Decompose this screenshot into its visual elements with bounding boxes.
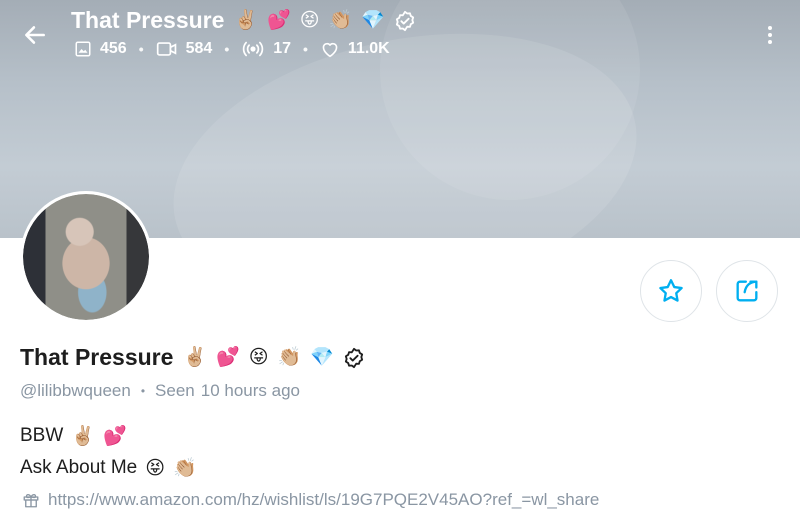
header-stats: 456 • 584 • 17 • 11.0K bbox=[74, 40, 390, 58]
header-name: That Pressure bbox=[71, 7, 225, 33]
back-button[interactable] bbox=[18, 18, 52, 52]
stat-likes[interactable]: 11.0K bbox=[320, 40, 390, 58]
bio-emoji: 💕 bbox=[102, 425, 127, 447]
heart-icon bbox=[322, 42, 338, 58]
bio-emoji: 👏🏼 bbox=[173, 457, 197, 479]
separator-dot: • bbox=[138, 41, 144, 57]
stat-streams[interactable]: 17 bbox=[241, 40, 291, 58]
link-url[interactable]: https://www.amazon.com/hz/wishlist/ls/19… bbox=[48, 490, 599, 510]
more-vertical-icon bbox=[768, 33, 772, 37]
username[interactable]: @lilibbwqueen bbox=[20, 381, 131, 401]
header-emojis: ✌🏼 💕 😝 👏🏼 💎 bbox=[234, 10, 416, 32]
more-options-button[interactable] bbox=[760, 20, 780, 50]
profile-name-emojis: ✌🏼 💕 😝 👏🏼 💎 bbox=[183, 347, 365, 369]
video-icon bbox=[156, 42, 176, 56]
share-button[interactable] bbox=[716, 260, 778, 322]
bio-emoji: ✌🏼 bbox=[71, 425, 95, 447]
separator-dot: • bbox=[140, 384, 146, 398]
bio-text: BBW bbox=[20, 425, 64, 446]
seen-label: Seen bbox=[155, 381, 195, 400]
verified-badge-icon bbox=[394, 10, 416, 32]
profile-name-text: That Pressure bbox=[20, 344, 174, 370]
share-icon bbox=[736, 280, 758, 302]
header-emoji: 👏🏼 bbox=[328, 10, 353, 31]
avatar-image bbox=[23, 194, 149, 320]
stat-videos-count: 584 bbox=[185, 40, 213, 57]
profile-name: That Pressure ✌🏼 💕 😝 👏🏼 💎 bbox=[20, 344, 365, 371]
broadcast-icon bbox=[242, 41, 264, 57]
profile-link[interactable]: https://www.amazon.com/hz/wishlist/ls/19… bbox=[22, 490, 599, 510]
bio-emoji: 😝 bbox=[145, 457, 166, 479]
stat-videos[interactable]: 584 bbox=[156, 40, 213, 58]
bio-line: Ask About Me 😝 👏🏼 bbox=[20, 457, 197, 479]
image-icon bbox=[75, 41, 91, 57]
last-seen-time: 10 hours ago bbox=[200, 381, 300, 400]
more-vertical-icon bbox=[768, 26, 772, 30]
bio-line: BBW ✌🏼 💕 bbox=[20, 425, 127, 447]
verified-badge-icon bbox=[343, 347, 365, 369]
gift-icon bbox=[23, 493, 39, 508]
name-emoji: 😝 bbox=[248, 347, 269, 368]
name-emoji: ✌🏼 bbox=[183, 347, 208, 368]
separator-dot: • bbox=[303, 41, 308, 57]
avatar[interactable] bbox=[20, 191, 152, 323]
name-emoji: 👏🏼 bbox=[277, 347, 302, 368]
header-emoji: 💎 bbox=[361, 10, 385, 31]
star-icon bbox=[659, 279, 683, 302]
separator-dot: • bbox=[224, 41, 230, 57]
bio-text: Ask About Me bbox=[20, 457, 138, 478]
header-emoji: ✌🏼 bbox=[234, 10, 259, 31]
stat-likes-count: 11.0K bbox=[347, 40, 390, 57]
header-emoji: 😝 bbox=[299, 10, 320, 31]
name-emoji: 💎 bbox=[310, 347, 334, 368]
header-title: That Pressure ✌🏼 💕 😝 👏🏼 💎 bbox=[71, 7, 416, 34]
favorite-button[interactable] bbox=[640, 260, 702, 322]
stat-photos-count: 456 bbox=[100, 40, 127, 57]
arrow-left-icon bbox=[25, 26, 45, 44]
header-emoji: 💕 bbox=[267, 10, 291, 31]
profile-page: That Pressure ✌🏼 💕 😝 👏🏼 💎 456 • 584 • 17… bbox=[0, 0, 800, 520]
stat-streams-count: 17 bbox=[273, 40, 292, 57]
stat-photos[interactable]: 456 bbox=[74, 40, 127, 58]
more-vertical-icon bbox=[768, 40, 772, 44]
handle-row: @lilibbwqueen • Seen 10 hours ago bbox=[20, 381, 300, 401]
name-emoji: 💕 bbox=[216, 347, 240, 368]
